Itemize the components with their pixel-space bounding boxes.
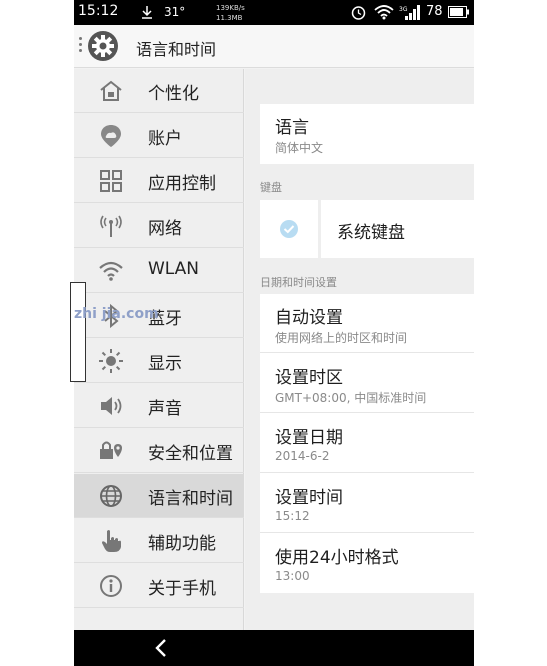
- sidebar-item-account[interactable]: 账户: [74, 114, 244, 158]
- settings-sidebar: 个性化 账户 应用控制 网络 WLAN 蓝牙 显示 声音 安全和位置 语言和时间…: [74, 69, 244, 630]
- keyboard-section-header: 键盘: [260, 181, 282, 194]
- keyboard-row[interactable]: 系统键盘: [321, 200, 474, 258]
- keyboard-card: 系统键盘: [260, 200, 474, 258]
- auto-setting-subtitle: 使用网络上的时区和时间: [275, 331, 408, 345]
- sidebar-item-wlan[interactable]: WLAN: [74, 249, 244, 293]
- page-title: 语言和时间: [136, 40, 217, 59]
- info-icon: [100, 575, 122, 597]
- wifi-status-icon: [374, 5, 394, 20]
- svg-text:3G: 3G: [399, 6, 408, 13]
- navigation-bar: [74, 630, 474, 666]
- home-icon: [100, 80, 122, 101]
- status-data-used: 11.3MB: [216, 14, 243, 22]
- time-row[interactable]: 设置时间 15:12: [260, 474, 474, 533]
- format24-title: 使用24小时格式: [275, 548, 399, 568]
- sidebar-item-accessibility[interactable]: 辅助功能: [74, 519, 244, 563]
- check-circle-icon: [280, 220, 298, 238]
- sidebar-item-sound[interactable]: 声音: [74, 384, 244, 428]
- sidebar-item-label: 应用控制: [148, 174, 216, 194]
- sidebar-item-label: 安全和位置: [148, 444, 233, 464]
- time-value: 15:12: [275, 509, 310, 523]
- back-arrow-icon[interactable]: [153, 638, 169, 658]
- antenna-icon: [100, 215, 122, 237]
- sidebar-item-about-phone[interactable]: 关于手机: [74, 564, 244, 608]
- signal-icon: 3G: [399, 5, 420, 20]
- datetime-card: 自动设置 使用网络上的时区和时间 设置时区 GMT+08:00, 中国标准时间 …: [260, 294, 474, 593]
- language-row[interactable]: 语言 简体中文: [260, 104, 474, 163]
- download-icon: [142, 6, 152, 19]
- language-title: 语言: [275, 118, 309, 138]
- format24-value: 13:00: [275, 569, 310, 583]
- keyboard-label: 系统键盘: [337, 223, 405, 243]
- date-value: 2014-6-2: [275, 449, 330, 463]
- settings-content: 语言 简体中文 键盘 系统键盘 日期和时间设置 自动设置 使用网络上的时区和时间: [245, 69, 474, 630]
- auto-setting-title: 自动设置: [275, 308, 343, 328]
- overflow-menu-icon[interactable]: [79, 37, 83, 55]
- battery-icon: [448, 6, 469, 18]
- account-icon: [101, 125, 121, 147]
- sidebar-item-label: WLAN: [148, 259, 200, 279]
- sidebar-item-security[interactable]: 安全和位置: [74, 429, 244, 473]
- status-net-speed: 139KB/s: [216, 4, 245, 12]
- brightness-icon: [99, 349, 123, 373]
- timezone-value: GMT+08:00, 中国标准时间: [275, 391, 427, 405]
- sidebar-item-label: 声音: [148, 399, 182, 419]
- language-card: 语言 简体中文: [260, 104, 474, 164]
- lock-icon: [100, 441, 122, 459]
- hand-icon: [102, 530, 121, 552]
- sidebar-item-label: 网络: [148, 219, 182, 239]
- auto-setting-row[interactable]: 自动设置 使用网络上的时区和时间: [260, 294, 474, 353]
- sidebar-item-language-time[interactable]: 语言和时间: [74, 474, 244, 518]
- alarm-icon: [351, 6, 366, 20]
- phone-screen: 15:12 31° 139KB/s 11.3MB 3G 78 语言和时间 个性化…: [74, 0, 474, 666]
- battery-level: 78: [426, 4, 443, 19]
- timezone-title: 设置时区: [275, 368, 343, 388]
- sidebar-item-network[interactable]: 网络: [74, 204, 244, 248]
- format24-row[interactable]: 使用24小时格式 13:00: [260, 534, 474, 593]
- watermark-text: zhi jia.com: [74, 306, 159, 322]
- watermark-stamp: [70, 282, 86, 382]
- status-temperature: 31°: [164, 5, 186, 19]
- sidebar-item-label: 关于手机: [148, 579, 216, 599]
- status-time: 15:12: [78, 3, 119, 19]
- sidebar-item-label: 个性化: [148, 84, 199, 104]
- language-value: 简体中文: [275, 141, 324, 155]
- datetime-section-header: 日期和时间设置: [260, 276, 337, 289]
- sidebar-item-label: 账户: [148, 129, 182, 149]
- sidebar-item-label: 语言和时间: [148, 489, 233, 509]
- keyboard-checkbox[interactable]: [260, 200, 318, 258]
- status-bar: 15:12 31° 139KB/s 11.3MB 3G 78: [74, 0, 474, 25]
- sidebar-item-display[interactable]: 显示: [74, 339, 244, 383]
- timezone-row[interactable]: 设置时区 GMT+08:00, 中国标准时间: [260, 354, 474, 413]
- settings-gear-icon: [88, 31, 118, 61]
- sidebar-item-app-control[interactable]: 应用控制: [74, 159, 244, 203]
- globe-icon: [100, 485, 122, 507]
- date-title: 设置日期: [275, 428, 343, 448]
- sidebar-item-label: 显示: [148, 354, 182, 374]
- time-title: 设置时间: [275, 488, 343, 508]
- date-row[interactable]: 设置日期 2014-6-2: [260, 414, 474, 473]
- wifi-icon: [99, 261, 123, 281]
- app-header: 语言和时间: [74, 25, 474, 68]
- speaker-icon: [101, 397, 122, 415]
- sidebar-item-label: 辅助功能: [148, 534, 216, 554]
- sidebar-item-personalize[interactable]: 个性化: [74, 69, 244, 113]
- grid-icon: [100, 170, 122, 192]
